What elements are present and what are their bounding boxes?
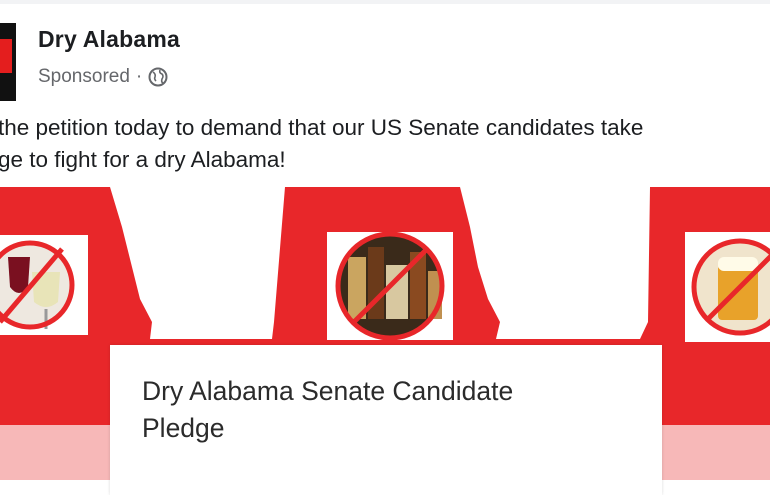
link-title[interactable]: Dry Alabama Senate Candidate Pledge [142, 373, 602, 447]
link-preview-card[interactable]: Dry Alabama Senate Candidate Pledge [110, 345, 662, 495]
page-avatar[interactable] [0, 23, 16, 101]
post-meta: Sponsored · [38, 66, 168, 88]
page-name-link[interactable]: Dry Alabama [38, 26, 180, 53]
globe-icon[interactable] [148, 67, 168, 87]
post-text: the petition today to demand that our US… [0, 112, 643, 176]
no-wine-icon [0, 240, 75, 330]
post-text-line-2: ge to fight for a dry Alabama! [0, 147, 286, 172]
sponsored-label[interactable]: Sponsored [38, 66, 130, 88]
no-liquor-icon [335, 231, 445, 341]
meta-separator: · [135, 66, 143, 87]
no-beer-icon [691, 238, 770, 336]
top-divider [0, 0, 770, 4]
post-text-line-1: the petition today to demand that our US… [0, 115, 644, 140]
alabama-logo-icon [0, 39, 12, 73]
